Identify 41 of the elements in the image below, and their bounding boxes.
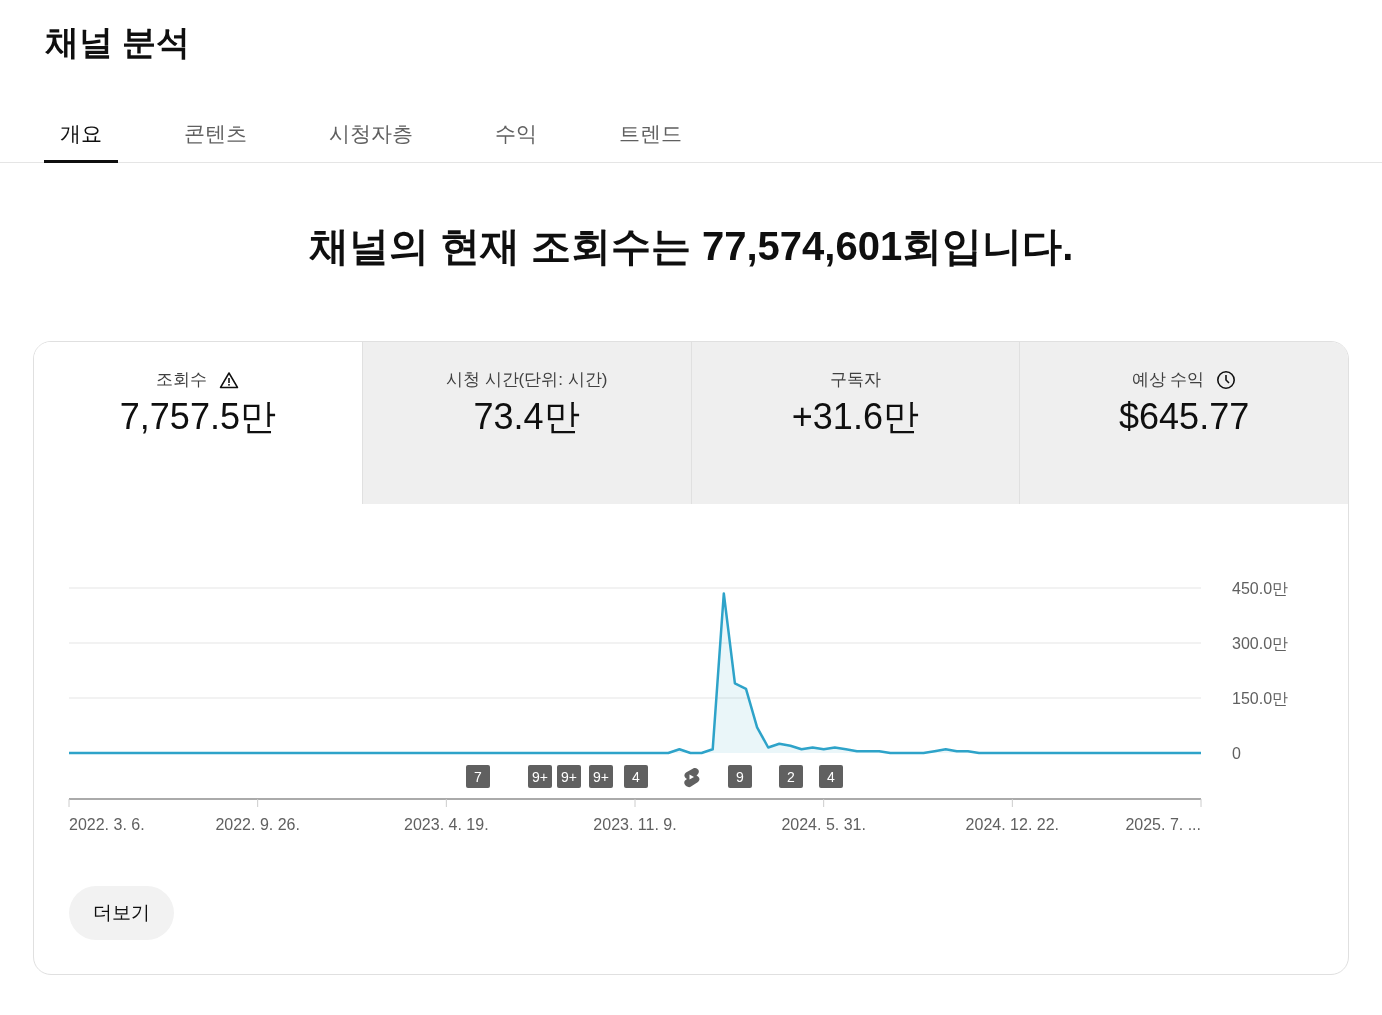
page-title: 채널 분석 bbox=[44, 22, 192, 63]
clock-icon bbox=[1216, 369, 1237, 390]
shorts-icon[interactable] bbox=[684, 767, 700, 788]
y-axis-label: 0 bbox=[1232, 745, 1241, 762]
video-count-marker[interactable]: 7 bbox=[466, 765, 490, 788]
tab[interactable]: 수익 bbox=[479, 108, 553, 163]
metric-value: +31.6만 bbox=[791, 394, 919, 439]
x-axis-label: 2023. 11. 9. bbox=[593, 816, 677, 833]
metric-label: 구독자 bbox=[829, 369, 881, 391]
tab[interactable]: 트렌드 bbox=[603, 108, 698, 163]
x-axis-label: 2024. 12. 22. bbox=[965, 816, 1060, 833]
video-count-marker[interactable]: 9+ bbox=[589, 765, 613, 788]
video-count-marker[interactable]: 2 bbox=[779, 765, 803, 788]
metric-label: 시청 시간(단위: 시간) bbox=[445, 369, 608, 391]
y-axis-label: 150.0만 bbox=[1232, 690, 1289, 707]
x-axis-label: 2023. 4. 19. bbox=[404, 816, 489, 833]
headline: 채널의 현재 조회수는 77,574,601회입니다. bbox=[307, 223, 1075, 270]
y-axis-label: 300.0만 bbox=[1232, 635, 1289, 652]
metric-label: 조회수 bbox=[156, 369, 208, 391]
video-count-marker[interactable]: 9+ bbox=[528, 765, 552, 788]
x-axis-label: 2022. 3. 6. bbox=[69, 816, 145, 833]
metric-label: 예상 수익 bbox=[1131, 369, 1205, 391]
video-count-marker[interactable]: 9 bbox=[728, 765, 752, 788]
x-axis-label: 2024. 5. 31. bbox=[781, 816, 866, 833]
video-count-marker[interactable]: 9+ bbox=[557, 765, 581, 788]
metric-value: 7,757.5만 bbox=[119, 394, 276, 439]
tab[interactable]: 개요 bbox=[44, 108, 118, 163]
video-count-marker[interactable]: 4 bbox=[624, 765, 648, 788]
warning-icon bbox=[219, 370, 240, 389]
tab[interactable]: 콘텐츠 bbox=[168, 108, 263, 163]
metric-value: $645.77 bbox=[1119, 394, 1250, 439]
x-axis-label: 2025. 7. ... bbox=[1125, 816, 1201, 833]
metric-tab[interactable]: 예상 수익 $645.77 bbox=[1019, 342, 1348, 504]
more-button[interactable]: 더보기 bbox=[69, 886, 174, 940]
metric-tab[interactable]: 시청 시간(단위: 시간) 73.4만 bbox=[361, 342, 691, 504]
video-count-marker[interactable]: 4 bbox=[819, 765, 843, 788]
y-axis-label: 450.0만 bbox=[1232, 580, 1289, 597]
metric-tab[interactable]: 구독자 +31.6만 bbox=[690, 342, 1020, 504]
metric-value: 73.4만 bbox=[473, 394, 580, 439]
x-axis-label: 2022. 9. 26. bbox=[215, 816, 300, 833]
tab[interactable]: 시청자층 bbox=[313, 108, 429, 163]
